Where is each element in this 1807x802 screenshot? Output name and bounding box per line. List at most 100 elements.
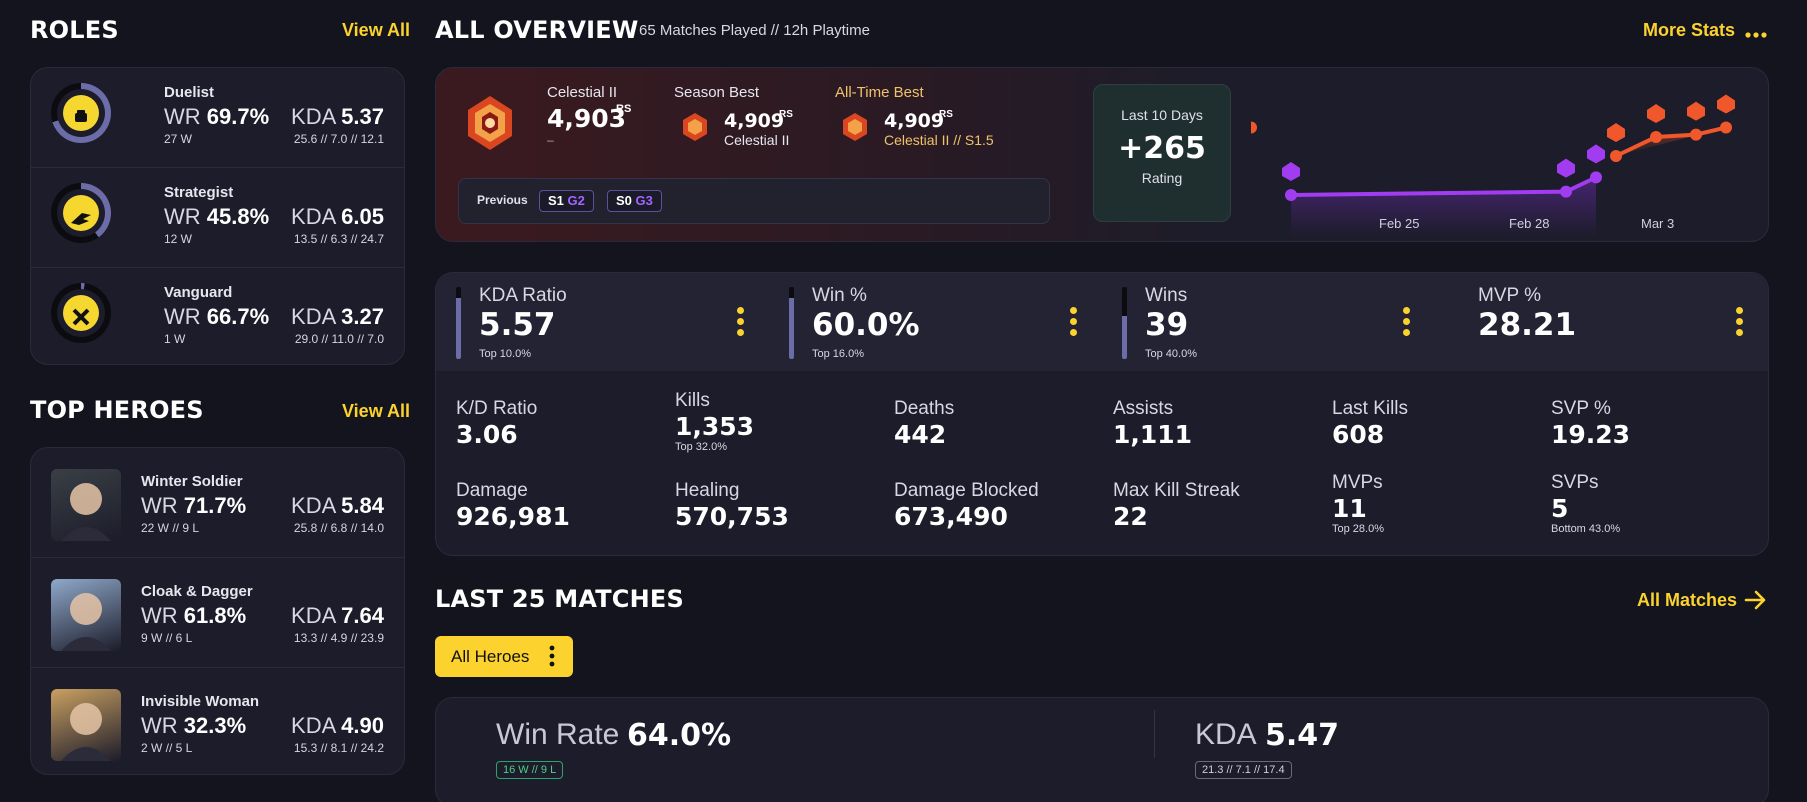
role-row[interactable]: Strategist WR 45.8% 12 W KDA 6.05 13.5 /… — [31, 168, 404, 268]
hero-wr-label: WR — [141, 713, 178, 738]
stat-options-icon[interactable] — [1403, 307, 1411, 340]
top-stat-card: MVP % 28.21 — [1455, 273, 1755, 371]
hero-kda-detail: 13.3 // 4.9 // 23.9 — [293, 631, 384, 645]
filter-options-icon — [549, 645, 555, 672]
role-wins: 12 W — [164, 232, 193, 246]
stat-label: Assists — [1113, 398, 1174, 419]
stat-sub: Bottom 43.0% — [1551, 523, 1621, 535]
role-wr-label: WR — [164, 204, 201, 229]
stat-value: 1,353 — [675, 412, 755, 441]
role-kda-detail: 13.5 // 6.3 // 24.7 — [293, 232, 384, 246]
hero-kda-label: KDA — [291, 713, 336, 738]
stat-options-icon[interactable] — [1070, 307, 1078, 340]
rating-point[interactable] — [1610, 150, 1622, 162]
rank-marker-icon — [1587, 144, 1605, 164]
all-matches-link[interactable]: All Matches — [1637, 590, 1737, 611]
hero-record: 2 W // 5 L — [141, 741, 193, 755]
roles-view-all-link[interactable]: View All — [342, 20, 410, 41]
top-stat-label: MVP % — [1478, 285, 1542, 306]
stat-cell: SVPs 5 Bottom 43.0% — [1551, 472, 1620, 535]
hero-record: 9 W // 6 L — [141, 631, 193, 645]
stat-sub: Top 28.0% — [1332, 523, 1384, 535]
stat-options-icon[interactable] — [737, 307, 745, 340]
stat-cell: Deaths 442 — [894, 398, 954, 449]
alltime-best-rank: Celestial II // S1.5 — [884, 132, 994, 148]
rank-marker-icon — [1607, 123, 1625, 142]
current-rating-change: – — [547, 133, 554, 147]
previous-season-rank: G3 — [635, 193, 653, 208]
matches-kda-value: 5.47 — [1265, 718, 1340, 753]
rank-card: Celestial II 4,903 RS – Season Best 4,90… — [435, 67, 1769, 242]
x-tick-label: Mar 3 — [1641, 216, 1674, 231]
fist-icon — [63, 95, 99, 131]
stat-label: Last Kills — [1332, 398, 1409, 419]
role-row[interactable]: Vanguard WR 66.7% 1 W KDA 3.27 29.0 // 1… — [31, 268, 404, 368]
rating-point[interactable] — [1560, 185, 1572, 198]
current-rs-label: RS — [616, 103, 632, 115]
previous-season-chip[interactable]: S1 G2 — [539, 190, 594, 212]
rank-marker-icon — [1282, 161, 1300, 181]
matches-kda-detail: 21.3 // 7.1 // 17.4 — [1195, 761, 1292, 779]
stat-options-icon[interactable] — [1736, 307, 1744, 340]
season-best-rs-label: RS — [779, 109, 793, 120]
more-options-icon[interactable] — [1745, 26, 1767, 38]
stat-label: Deaths — [894, 398, 955, 419]
season-best-rank-icon — [680, 112, 710, 142]
stat-value: 926,981 — [456, 502, 570, 531]
winrate-value: 64.0% — [627, 718, 732, 753]
rating-point[interactable] — [1720, 121, 1732, 134]
last10-value: +265 — [1118, 131, 1206, 166]
top-stat-card: Win % 60.0% Top 16.0% — [789, 273, 1089, 371]
hero-row[interactable]: Cloak & Dagger WR 61.8% 9 W // 6 L KDA 7… — [31, 563, 404, 668]
matches-summary-panel: Win Rate 64.0% 16 W // 9 L KDA 5.47 21.3… — [435, 697, 1769, 802]
role-name: Vanguard — [164, 284, 233, 301]
summary-divider — [1154, 710, 1155, 758]
hero-kda-label: KDA — [291, 603, 336, 628]
stats-panel: KDA Ratio 5.57 Top 10.0% Win % 60.0% Top… — [435, 272, 1769, 556]
roles-panel: Duelist WR 69.7% 27 W KDA 5.37 25.6 // 7… — [30, 67, 405, 365]
stat-cell: Kills 1,353 Top 32.0% — [675, 390, 754, 453]
role-wins: 1 W — [164, 332, 186, 346]
stat-label: Kills — [675, 390, 710, 411]
role-share-ring — [51, 283, 111, 343]
rating-point[interactable] — [1590, 171, 1602, 184]
hero-row[interactable]: Winter Soldier WR 71.7% 22 W // 9 L KDA … — [31, 453, 404, 558]
role-row[interactable]: Duelist WR 69.7% 27 W KDA 5.37 25.6 // 7… — [31, 68, 404, 168]
roles-title: ROLES — [30, 16, 119, 44]
role-kda-label: KDA — [291, 304, 336, 329]
hero-row[interactable]: Invisible Woman WR 32.3% 2 W // 5 L KDA … — [31, 673, 404, 778]
rating-point[interactable] — [1690, 128, 1702, 141]
role-wr-value: 69.7% — [206, 104, 270, 129]
role-kda-detail: 25.6 // 7.0 // 12.1 — [293, 132, 384, 146]
rank-marker-icon — [1687, 101, 1705, 121]
stat-cell: Damage Blocked 673,490 — [894, 480, 1039, 531]
hero-kda-value: 4.90 — [341, 713, 384, 738]
previous-season-rank: G2 — [567, 193, 585, 208]
arrow-right-icon[interactable] — [1744, 589, 1768, 611]
more-stats-link[interactable]: More Stats — [1643, 20, 1735, 41]
winrate-label: Win Rate — [496, 718, 620, 751]
x-tick-label: Feb 25 — [1379, 216, 1419, 231]
previous-season-chip[interactable]: S0 G3 — [607, 190, 662, 212]
stat-value: 608 — [1332, 420, 1385, 449]
stat-percentile-bar — [456, 287, 461, 359]
stat-value: 673,490 — [894, 502, 1008, 531]
stat-cell: Last Kills 608 — [1332, 398, 1408, 449]
top-stat-value: 28.21 — [1478, 307, 1577, 343]
top-stat-label: Wins — [1145, 285, 1188, 306]
rating-point[interactable] — [1285, 188, 1297, 201]
role-name: Duelist — [164, 84, 215, 101]
role-kda-label: KDA — [291, 204, 336, 229]
hero-name: Winter Soldier — [141, 473, 243, 490]
rating-point[interactable] — [1251, 121, 1257, 134]
hero-wr-label: WR — [141, 493, 178, 518]
hero-name: Invisible Woman — [141, 693, 260, 710]
top-stat-value: 60.0% — [812, 307, 920, 343]
heroes-view-all-link[interactable]: View All — [342, 401, 410, 422]
rating-point[interactable] — [1650, 131, 1662, 143]
all-heroes-filter-button[interactable]: All Heroes — [435, 636, 573, 677]
celestial-rank-icon — [462, 94, 518, 152]
rating-area — [1291, 177, 1596, 238]
role-wins: 27 W — [164, 132, 193, 146]
current-rating: 4,903 — [547, 104, 627, 133]
